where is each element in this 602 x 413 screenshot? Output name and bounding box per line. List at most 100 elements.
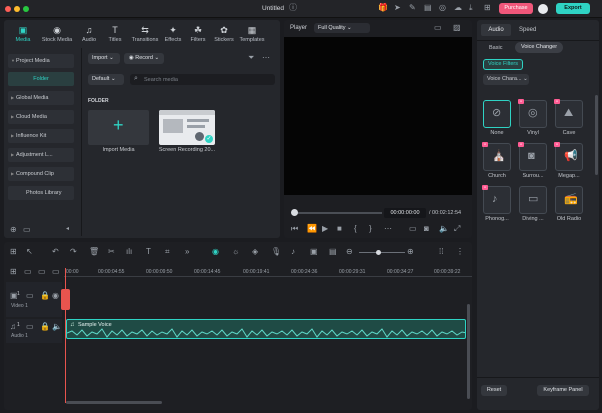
shield-icon[interactable]: ◈ [252, 248, 258, 256]
clip-icon[interactable]: ▤ [329, 248, 337, 256]
quality-dropdown[interactable]: Full Quality ⌄ [314, 23, 370, 33]
delete-icon[interactable]: 🗑 [89, 248, 99, 256]
tab-stickers[interactable]: ✿ Stickers [210, 24, 238, 44]
info-icon[interactable]: ⓘ [289, 4, 297, 12]
layout-icon[interactable]: ⊞ [10, 248, 17, 256]
effect-none-tile[interactable]: ⊘ [483, 100, 511, 128]
tab-media[interactable]: ▣ Media [10, 24, 36, 44]
effect-megaphone-tile[interactable]: 📢 ♦ [554, 142, 583, 171]
record-dropdown[interactable]: ◉ Record ⌄ [124, 53, 164, 64]
playback-scrubber[interactable] [294, 212, 382, 214]
zoom-out-icon[interactable]: ⊖ [346, 248, 353, 256]
display-icon[interactable]: ▭ [409, 225, 417, 233]
tab-effects[interactable]: ✦ Effects [160, 24, 186, 44]
subtab-basic[interactable]: Basic [489, 45, 502, 51]
reset-button[interactable]: Reset [481, 385, 507, 396]
sidebar-item-global-media[interactable]: ▶ Global Media [8, 91, 74, 105]
zoom-slider[interactable] [359, 252, 405, 253]
sidebar-item-influence-kit[interactable]: ▶ Influence Kit [8, 129, 74, 143]
mark-out-icon[interactable]: } [369, 225, 372, 233]
video-preview[interactable] [284, 37, 472, 195]
effect-phonograph-tile[interactable]: ♪ ♦ [482, 185, 511, 214]
step-back-icon[interactable]: ⏪ [307, 225, 317, 233]
text-icon[interactable]: T [146, 248, 151, 256]
more-tools-icon[interactable]: » [185, 248, 189, 256]
send-icon[interactable]: ➤ [394, 4, 401, 12]
lock-icon[interactable]: 🔒 [40, 292, 50, 300]
effect-diving-tile[interactable]: ▭ [519, 186, 547, 214]
avatar[interactable] [538, 4, 548, 14]
tab-stock-media[interactable]: ◉ Stock Media [37, 24, 77, 44]
volume-icon[interactable]: 🔈 [439, 225, 449, 233]
search-input[interactable]: ⌕ Search media [130, 74, 275, 85]
sidebar-item-adjustment[interactable]: ▶ Adjustment L... [8, 148, 74, 162]
marker-icon[interactable]: ▭ [52, 268, 60, 276]
snapshot-icon[interactable]: ▨ [453, 24, 461, 32]
image-icon[interactable]: ▣ [310, 248, 318, 256]
download-icon[interactable]: ⤓ [469, 4, 473, 12]
folder-icon[interactable]: ▭ [23, 226, 31, 234]
mark-in-icon[interactable]: { [354, 225, 357, 233]
voice-characters-button[interactable]: Voice Chara... ⌄ [483, 74, 529, 85]
effect-church-tile[interactable]: ⛪ ♦ [482, 142, 511, 171]
audio-clip[interactable]: ♫ Sample Voice [66, 319, 466, 339]
lock-icon[interactable]: 🔒 [40, 323, 50, 331]
sidebar-item-compound-clip[interactable]: ▶ Compound Clip [8, 167, 74, 181]
zoom-in-icon[interactable]: ⊕ [407, 248, 414, 256]
purchase-button[interactable]: Purchase [499, 3, 533, 14]
tab-filters[interactable]: ☘ Filters [185, 24, 211, 44]
sort-dropdown[interactable]: Default ⌄ [88, 74, 124, 85]
undo-icon[interactable]: ↶ [52, 248, 59, 256]
render-icon[interactable]: ◉ [212, 248, 219, 256]
tab-templates[interactable]: ▦ Templates [236, 24, 268, 44]
save-icon[interactable]: ▤ [424, 4, 432, 12]
link-icon[interactable]: ▭ [24, 268, 32, 276]
export-button[interactable]: Export [556, 3, 590, 14]
sidebar-item-cloud-media[interactable]: ▶ Cloud Media [8, 110, 74, 124]
close-window-button[interactable] [5, 6, 11, 12]
zoom-slider-handle[interactable] [376, 250, 381, 255]
mic-icon[interactable]: 🎙 [271, 248, 281, 256]
voice-filters-button[interactable]: Voice Filters [483, 59, 523, 70]
screen-recording-thumbnail[interactable]: ✓ [159, 110, 215, 145]
audio-split-icon[interactable]: ılı [126, 248, 132, 256]
tab-transitions[interactable]: ⇆ Transitions [129, 24, 161, 44]
folder-icon[interactable]: ▭ [26, 292, 34, 300]
effect-cave-tile[interactable]: ⛰ ♦ [554, 99, 583, 128]
collapse-icon[interactable]: ◂ [66, 226, 69, 232]
vertical-scrollbar[interactable] [467, 304, 470, 399]
import-media-tile[interactable]: + [88, 110, 149, 145]
current-time[interactable]: 00:00:00:00 [384, 208, 426, 218]
keyframe-panel-button[interactable]: Keyframe Panel [537, 385, 589, 396]
sidebar-item-photos-library[interactable]: Photos Library [8, 186, 74, 200]
minimize-window-button[interactable] [14, 6, 20, 12]
gift-icon[interactable]: 🎁 [378, 4, 388, 12]
add-track-icon[interactable]: ⊞ [10, 268, 17, 276]
speaker-icon[interactable]: 🔈 [52, 323, 62, 331]
horizontal-scrollbar[interactable] [66, 401, 162, 404]
more-icon[interactable]: ⋯ [384, 225, 392, 233]
effect-vinyl-tile[interactable]: ◎ ♦ [518, 99, 547, 128]
headset-icon[interactable]: ◎ [439, 4, 446, 12]
settings-icon[interactable]: ⋮ [456, 248, 464, 256]
tab-audio[interactable]: ♫ Audio [76, 24, 102, 44]
sun-icon[interactable]: ☼ [232, 248, 239, 256]
previous-frame-icon[interactable]: ⏮ [291, 225, 298, 233]
cloud-icon[interactable]: ☁ [454, 4, 462, 12]
compare-icon[interactable]: ▭ [434, 24, 442, 32]
crop-icon[interactable]: ⌗ [165, 248, 170, 256]
grid-view-icon[interactable]: ⁞⁞ [439, 248, 443, 256]
filter-icon[interactable]: ⏷ [248, 54, 254, 62]
playhead-handle[interactable] [61, 289, 70, 310]
new-folder-icon[interactable]: ⊕ [10, 226, 17, 234]
effect-surround-tile[interactable]: ◙ ♦ [518, 142, 547, 171]
cut-icon[interactable]: ✂ [108, 248, 115, 256]
scrubber-handle[interactable] [291, 209, 298, 216]
camera-icon[interactable]: ◙ [424, 225, 429, 233]
effect-old-radio-tile[interactable]: 📻 [555, 186, 583, 214]
more-icon[interactable]: ⋯ [262, 54, 270, 62]
sidebar-item-folder[interactable]: Folder [8, 72, 74, 86]
idea-icon[interactable]: ✎ [409, 4, 416, 12]
stop-icon[interactable]: ■ [337, 225, 342, 233]
folder-icon[interactable]: ▭ [26, 323, 34, 331]
